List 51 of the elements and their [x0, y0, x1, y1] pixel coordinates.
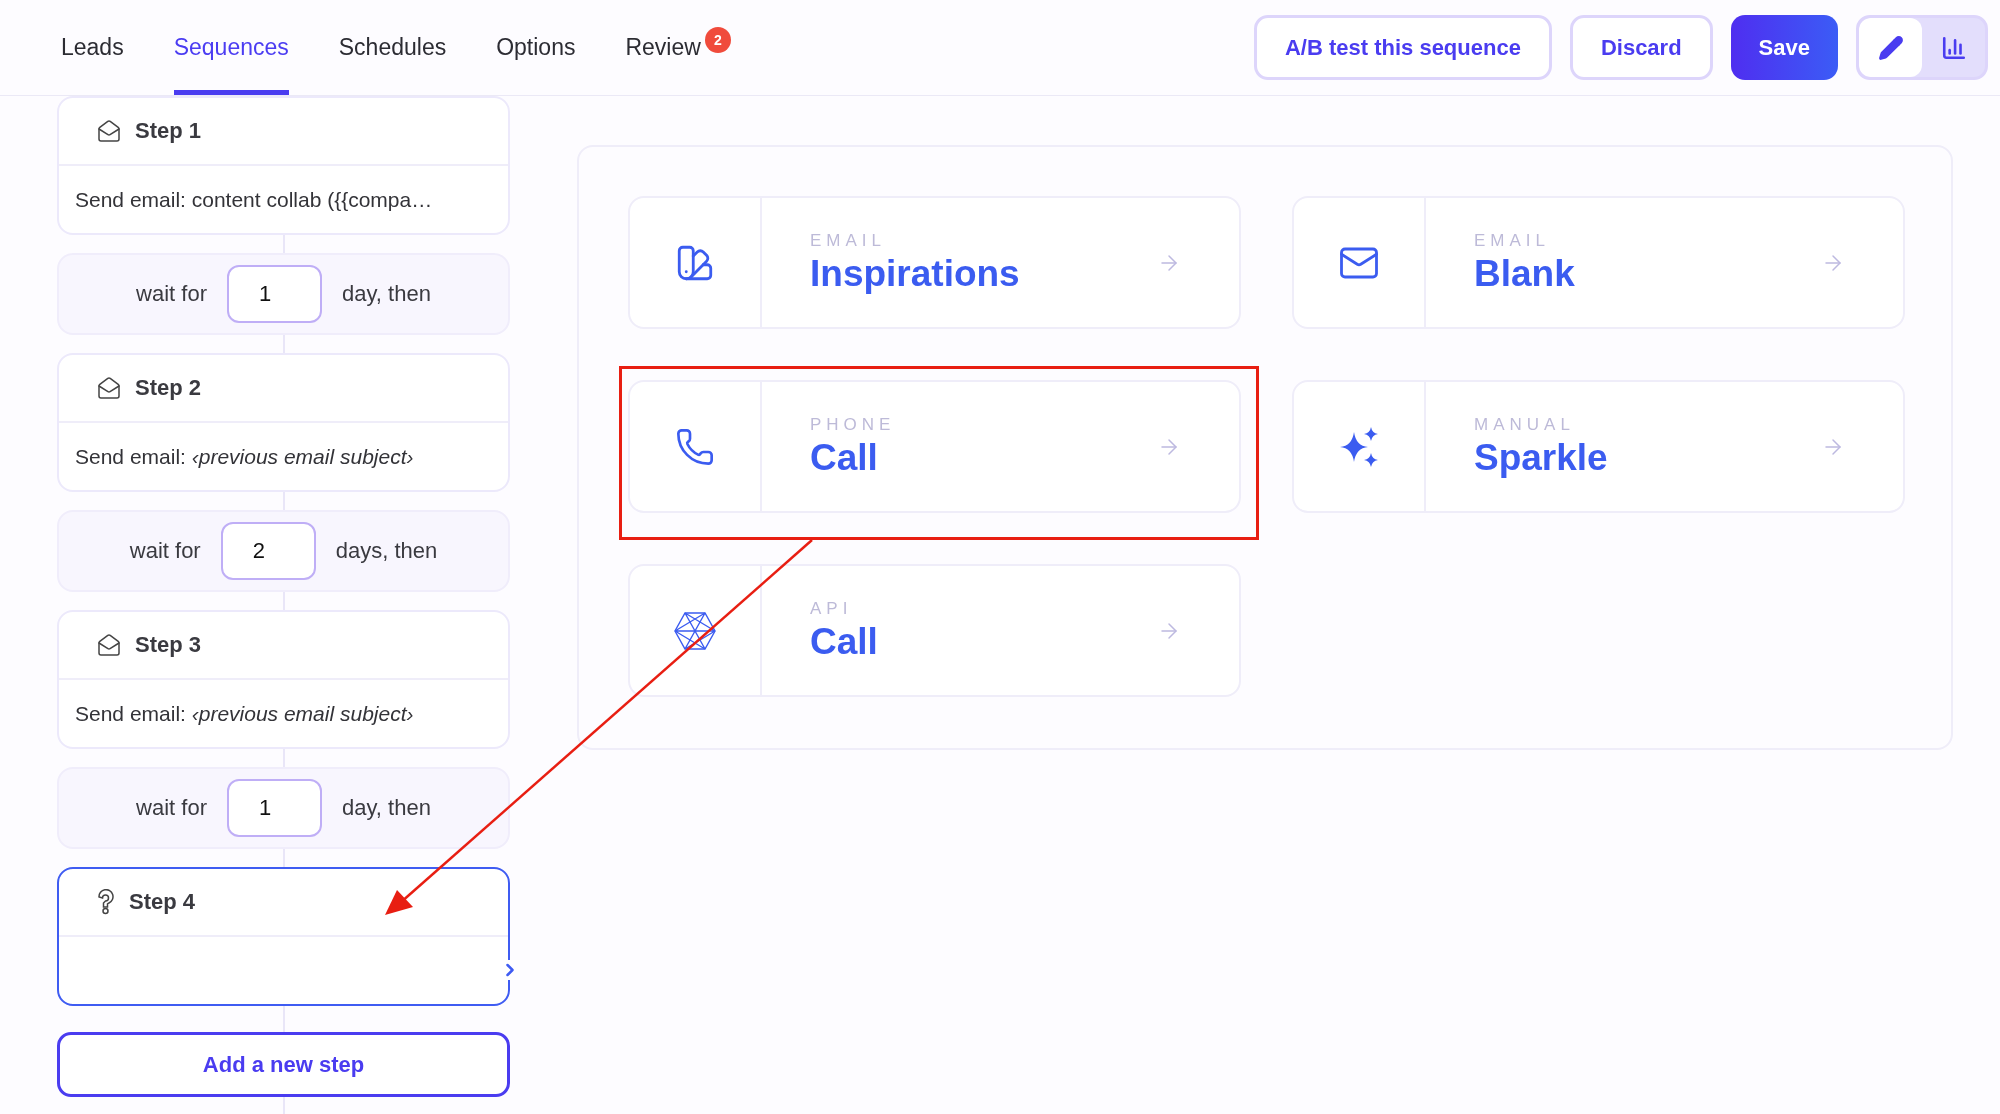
step-type-card[interactable]: EMAIL Inspirations	[628, 196, 1241, 329]
step-title: Step 1	[135, 118, 202, 144]
step-type-card[interactable]: PHONE Call	[628, 380, 1241, 513]
view-toggle-button[interactable]	[1859, 18, 1922, 77]
step-card[interactable]: Step 1 Send email: content collab ({{compa…	[57, 96, 510, 235]
wait-label: wait for	[136, 281, 207, 307]
step-type-card[interactable]: API Call	[628, 564, 1241, 697]
wait-label: wait for	[129, 538, 201, 564]
nav-tab[interactable]: Schedules	[338, 0, 447, 95]
step-category: PHONE	[810, 414, 897, 435]
envelope-icon	[97, 633, 121, 657]
envelope-icon	[97, 119, 121, 143]
days-input[interactable]: 2	[220, 522, 316, 580]
step-category: EMAIL	[1474, 230, 1552, 251]
step-title: Step 2	[135, 375, 202, 401]
step-description: Send email: ‹previous email subject›	[74, 443, 415, 470]
step-category: API	[810, 598, 854, 619]
action-button[interactable]: Discard	[1569, 15, 1713, 80]
step-type-title: Blank	[1474, 252, 1576, 295]
nav-tab[interactable]: Options	[496, 0, 576, 95]
bar-chart-icon	[1940, 34, 1967, 61]
step-card[interactable]: Step 2 Send email: ‹previous email subject›	[57, 353, 510, 492]
step-type-title: Inspirations	[810, 252, 1021, 295]
step-type-title: Call	[810, 620, 879, 663]
nav-tab[interactable]: Leads	[61, 0, 124, 95]
phone-icon	[675, 426, 715, 467]
question-icon	[97, 889, 115, 915]
envelope-icon	[97, 376, 121, 400]
step-title: Step 4	[129, 889, 196, 915]
step-description: Send email: content collab ({{compa…	[74, 186, 434, 213]
step-type-title: Sparkle	[1474, 436, 1609, 479]
hexagon-mesh-icon	[674, 610, 716, 651]
wait-unit: days, then	[335, 538, 438, 564]
wait-label: wait for	[136, 795, 207, 821]
wait-unit: day, then	[342, 795, 431, 821]
step-card[interactable]: Step 3 Send email: ‹previous email subject›	[57, 610, 510, 749]
step-title: Step 3	[135, 632, 202, 658]
days-input[interactable]: 1	[227, 779, 322, 837]
count-badge: 2	[704, 27, 731, 53]
step-description: Send email: ‹previous email subject›	[74, 700, 415, 727]
pencil-icon	[1877, 34, 1904, 61]
step-type-card[interactable]: EMAIL Blank	[1292, 196, 1905, 329]
step-type-title: Call	[810, 436, 879, 479]
add-step-button[interactable]: Add a new step	[57, 1032, 510, 1097]
step-category: MANUAL	[1474, 414, 1576, 435]
step-category: EMAIL	[810, 230, 888, 251]
action-button[interactable]: A/B test this sequence	[1253, 15, 1552, 80]
wait-unit: day, then	[342, 281, 431, 307]
step-type-card[interactable]: MANUAL Sparkle	[1292, 380, 1905, 513]
days-input[interactable]: 1	[227, 265, 322, 323]
save-button[interactable]: Save	[1730, 15, 1838, 80]
